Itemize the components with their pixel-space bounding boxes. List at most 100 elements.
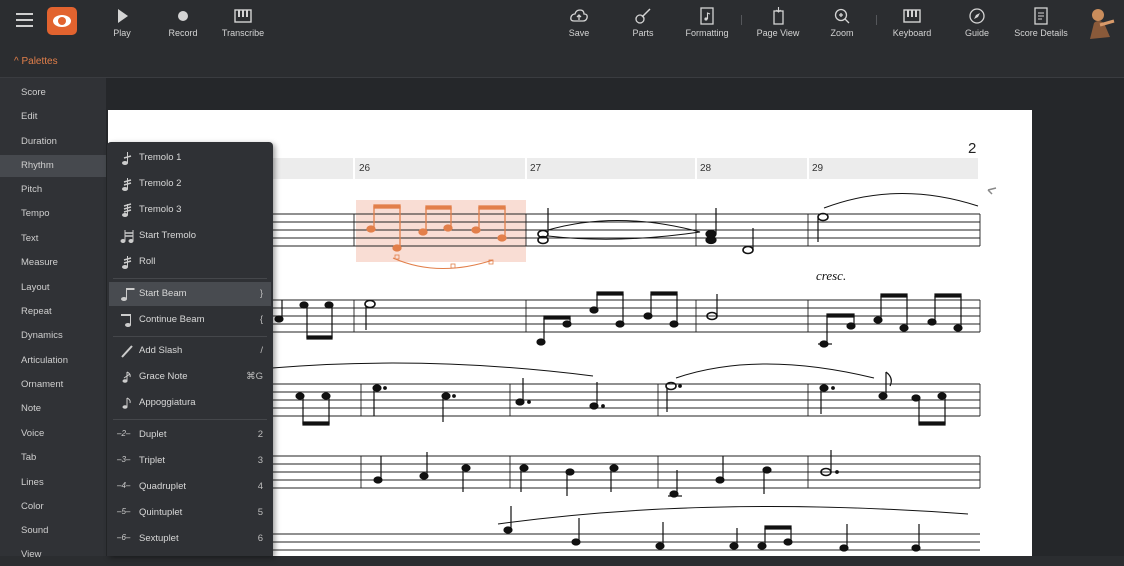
palette-item-voice[interactable]: Voice — [0, 423, 106, 445]
menu-item-shortcut: 5 — [257, 507, 263, 518]
tremolo-3-icon — [122, 203, 132, 217]
guitar-icon — [635, 8, 651, 24]
menu-item-continue-beam[interactable]: Continue Beam { — [109, 308, 271, 332]
palette-item-sound[interactable]: Sound — [0, 520, 106, 542]
roll-icon — [122, 256, 132, 269]
menu-item-roll[interactable]: Roll — [109, 250, 271, 274]
palette-item-tempo[interactable]: Tempo — [0, 203, 106, 225]
menu-item-quadruplet[interactable]: –4– Quadruplet 4 — [109, 475, 271, 499]
palette-item-color[interactable]: Color — [0, 496, 106, 518]
palette-label: Color — [21, 501, 44, 512]
page-view-label: Page View — [756, 28, 800, 38]
palette-item-view[interactable]: View — [0, 544, 106, 566]
grace-note-icon — [122, 371, 131, 383]
menu-item-label: Quintuplet — [139, 507, 183, 518]
palette-label: Layout — [21, 282, 50, 293]
palette-label: Text — [21, 233, 39, 244]
palettes-toggle[interactable]: ^ Palettes — [14, 56, 58, 67]
measure-number-27: 27 — [530, 163, 542, 174]
menu-item-label: Continue Beam — [139, 314, 205, 325]
play-icon — [118, 9, 128, 23]
palette-item-articulation[interactable]: Articulation — [0, 350, 106, 372]
keyboard-button[interactable]: Keyboard — [891, 0, 933, 45]
sextuplet-icon: –6– — [117, 533, 131, 542]
palette-item-text[interactable]: Text — [0, 228, 106, 250]
menu-item-tremolo-3[interactable]: Tremolo 3 — [109, 198, 271, 222]
menu-item-tremolo-2[interactable]: Tremolo 2 — [109, 172, 271, 196]
palette-item-rhythm[interactable]: Rhythm — [0, 155, 106, 177]
menu-item-start-beam[interactable]: Start Beam } — [109, 282, 271, 306]
palette-item-ornament[interactable]: Ornament — [0, 374, 106, 396]
menu-item-start-tremolo[interactable]: Start Tremolo — [109, 224, 271, 248]
menu-item-grace-note[interactable]: Grace Note ⌘G — [109, 365, 271, 389]
palette-item-repeat[interactable]: Repeat — [0, 301, 106, 323]
palette-label: Voice — [21, 428, 45, 439]
menu-item-shortcut: 6 — [257, 533, 263, 544]
palette-label: Ornament — [21, 379, 64, 390]
menu-divider — [113, 336, 267, 337]
zoom-icon — [834, 8, 850, 24]
menu-item-triplet[interactable]: –3– Triplet 3 — [109, 449, 271, 473]
save-label: Save — [568, 28, 590, 38]
play-label: Play — [113, 28, 131, 38]
guide-button[interactable]: Guide — [962, 0, 992, 45]
save-button[interactable]: Save — [566, 0, 592, 45]
parts-button[interactable]: Parts — [630, 0, 656, 45]
record-icon — [178, 11, 188, 21]
palette-item-pitch[interactable]: Pitch — [0, 179, 106, 201]
measure-number-29: 29 — [812, 163, 824, 174]
triplet-icon: –3– — [117, 455, 131, 464]
menu-item-label: Add Slash — [139, 345, 183, 356]
palette-item-dynamics[interactable]: Dynamics — [0, 325, 106, 347]
menu-item-duplet[interactable]: –2– Duplet 2 — [109, 423, 271, 447]
record-button[interactable]: Record — [165, 0, 201, 45]
menu-item-shortcut: 3 — [257, 455, 263, 466]
palette-item-duration[interactable]: Duration — [0, 131, 106, 153]
app-logo-icon[interactable] — [47, 7, 77, 35]
guide-label: Guide — [964, 28, 990, 38]
page-view-button[interactable]: Page View — [755, 0, 801, 45]
zoom-button[interactable]: Zoom — [828, 0, 856, 45]
menu-divider — [113, 419, 267, 420]
palette-item-measure[interactable]: Measure — [0, 252, 106, 274]
palette-item-layout[interactable]: Layout — [0, 277, 106, 299]
toolbar-divider — [876, 15, 877, 25]
palette-item-score[interactable]: Score — [0, 82, 106, 104]
palette-label: Measure — [21, 257, 58, 268]
formatting-label: Formatting — [685, 28, 729, 38]
menu-item-sextuplet[interactable]: –6– Sextuplet 6 — [109, 527, 271, 551]
palette-label: View — [21, 549, 42, 560]
menu-item-label: Roll — [139, 256, 156, 267]
menu-item-label: Quadruplet — [139, 481, 187, 492]
start-beam-icon — [121, 288, 135, 301]
menu-item-label: Tremolo 2 — [139, 178, 182, 189]
score-details-button[interactable]: Score Details — [1012, 0, 1070, 45]
piano-keys-icon — [234, 9, 252, 23]
menu-divider — [113, 278, 267, 279]
palette-item-note[interactable]: Note — [0, 398, 106, 420]
menu-item-appoggiatura[interactable]: Appoggiatura — [109, 391, 271, 415]
menu-item-shortcut: 2 — [257, 429, 263, 440]
hamburger-menu-icon[interactable] — [16, 13, 33, 27]
palette-item-lines[interactable]: Lines — [0, 472, 106, 494]
menu-item-label: Triplet — [139, 455, 166, 466]
score-details-label: Score Details — [1014, 28, 1068, 38]
details-list-icon — [1034, 7, 1048, 25]
rhythm-palette-popup: Tremolo 1 Tremolo 2 Tremolo 3 Start Trem… — [107, 142, 273, 556]
palette-label: Score — [21, 87, 46, 98]
menu-item-quintuplet[interactable]: –5– Quintuplet 5 — [109, 501, 271, 525]
formatting-button[interactable]: Formatting — [683, 0, 731, 45]
duplet-icon: –2– — [117, 429, 131, 438]
menu-item-shortcut: } — [259, 288, 263, 299]
composer-avatar[interactable] — [1084, 3, 1118, 41]
keyboard-label: Keyboard — [892, 28, 932, 38]
palettes-header[interactable]: ^ Palettes — [0, 45, 1124, 78]
tremolo-2-icon — [122, 178, 132, 191]
menu-item-tremolo-1[interactable]: Tremolo 1 — [109, 146, 271, 170]
menu-item-add-slash[interactable]: Add Slash / — [109, 339, 271, 363]
transcribe-button[interactable]: Transcribe — [220, 0, 266, 45]
palette-label: Note — [21, 403, 42, 414]
palette-item-tab[interactable]: Tab — [0, 447, 106, 469]
play-button[interactable]: Play — [109, 0, 135, 45]
palette-item-edit[interactable]: Edit — [0, 106, 106, 128]
